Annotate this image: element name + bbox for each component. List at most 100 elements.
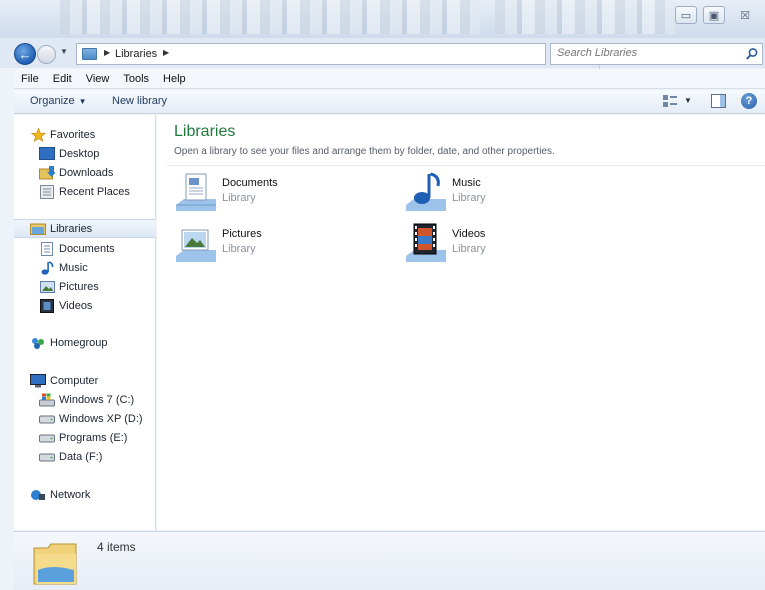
videos-icon [39,298,55,313]
sidebar-item-pictures[interactable]: Pictures [14,277,156,296]
sidebar-item-label: Network [50,488,91,501]
star-icon [30,127,46,142]
sidebar-item-label: Libraries [50,222,93,235]
recent-pages-dropdown[interactable]: ▼ [60,47,68,56]
back-button[interactable]: ← [14,43,36,65]
library-item-videos[interactable]: Videos Library [404,222,604,266]
music-library-icon [406,172,446,211]
sidebar-item-label: Downloads [59,166,114,179]
address-bar[interactable]: ▶ Libraries ▶ ▼ ⇆ [76,43,616,71]
explorer-window: ▭ ▣ ☒ ← ▼ ▶ Libraries ▶ ▼ ⇆ File Edit Vi… [0,0,765,590]
minimize-button[interactable]: ▭ [675,6,697,24]
libraries-folder-icon [33,543,77,585]
libraries-folder-icon [82,48,97,60]
homegroup-icon [30,336,46,350]
sidebar-item-label: Videos [59,299,93,312]
sidebar-item-drive-f[interactable]: Data (F:) [14,447,156,466]
breadcrumb-arrow-icon[interactable]: ▶ [163,48,169,57]
pictures-library-icon [176,229,216,262]
sidebar-item-libraries[interactable]: Libraries [14,219,156,238]
divider [167,165,765,166]
sidebar-item-label: Windows 7 (C:) [59,393,135,406]
library-name: Documents [222,177,278,189]
menu-edit[interactable]: Edit [46,73,79,85]
forward-button[interactable] [37,45,56,64]
documents-library-icon [176,173,216,211]
preview-pane-icon[interactable] [711,94,726,108]
library-type: Library [222,243,256,255]
hard-drive-icon [39,431,55,445]
command-bar: Organize ▼ New library ▼ ? [14,90,765,114]
library-name: Videos [452,228,486,240]
sidebar-item-label: Favorites [50,128,96,141]
sidebar-item-network[interactable]: Network [14,485,156,504]
sidebar-item-label: Desktop [59,147,100,160]
sidebar-item-drive-c[interactable]: Windows 7 (C:) [14,390,156,409]
search-input[interactable] [557,47,737,59]
computer-icon [30,373,46,388]
sidebar-item-documents[interactable]: Documents [14,239,156,258]
sidebar-item-label: Windows XP (D:) [59,412,143,425]
sidebar-item-drive-d[interactable]: Windows XP (D:) [14,409,156,428]
chevron-down-icon: ▼ [78,97,87,106]
view-options-dropdown[interactable]: ▼ [684,96,692,105]
documents-icon [39,241,55,256]
library-type: Library [222,192,256,204]
sidebar-item-computer[interactable]: Computer [14,371,156,390]
close-icon: ☒ [740,9,750,22]
close-button[interactable]: ☒ [731,6,759,24]
sidebar-item-label: Computer [50,374,99,387]
page-title: Libraries [174,123,236,140]
search-icon[interactable] [745,47,759,61]
sidebar-item-label: Data (F:) [59,450,103,463]
sidebar-item-recent-places[interactable]: Recent Places [14,182,156,201]
library-item-pictures[interactable]: Pictures Library [174,222,374,266]
library-name: Pictures [222,228,262,240]
library-item-music[interactable]: Music Library [404,171,604,215]
change-view-icon[interactable] [662,94,678,108]
sidebar-item-label: Recent Places [59,185,130,198]
menu-help[interactable]: Help [156,73,193,85]
title-bar[interactable]: ▭ ▣ ☒ [0,0,765,38]
desktop-icon [39,147,55,161]
videos-library-icon [406,223,446,262]
library-type: Library [452,243,486,255]
sidebar-item-music[interactable]: Music [14,258,156,277]
breadcrumb-libraries[interactable]: Libraries [115,48,157,60]
item-count: 4 items [97,540,136,554]
sidebar-item-label: Documents [59,242,115,255]
menu-file[interactable]: File [14,73,46,85]
hard-drive-icon [39,412,55,426]
organize-label: Organize [30,95,75,107]
search-box[interactable] [550,43,763,65]
music-note-icon [39,260,55,275]
hard-drive-icon [39,450,55,464]
pictures-icon [39,280,55,294]
libraries-icon [30,222,46,236]
back-arrow-icon: ← [18,46,32,62]
sidebar-item-drive-e[interactable]: Programs (E:) [14,428,156,447]
recent-places-icon [39,184,55,199]
organize-button[interactable]: Organize ▼ [30,95,87,107]
sidebar-item-desktop[interactable]: Desktop [14,144,156,163]
minimize-icon: ▭ [680,9,692,22]
help-icon[interactable]: ? [741,93,757,109]
menu-bar: File Edit View Tools Help [14,69,765,89]
sidebar-item-videos[interactable]: Videos [14,296,156,315]
sidebar-item-homegroup[interactable]: Homegroup [14,333,156,352]
menu-view[interactable]: View [79,73,117,85]
windows-drive-icon [39,393,55,407]
sidebar-item-downloads[interactable]: Downloads [14,163,156,182]
content-pane: Libraries Open a library to see your fil… [157,115,765,530]
breadcrumb-arrow-icon[interactable]: ▶ [104,48,110,57]
sidebar-item-favorites[interactable]: Favorites [14,125,156,144]
menu-tools[interactable]: Tools [116,73,156,85]
address-row: ← ▼ ▶ Libraries ▶ ▼ ⇆ [0,38,765,71]
network-icon [30,488,46,502]
maximize-button[interactable]: ▣ [703,6,725,24]
title-bar-background-right [495,0,675,34]
sidebar-item-label: Homegroup [50,336,108,349]
new-library-button[interactable]: New library [112,95,167,107]
library-item-documents[interactable]: Documents Library [174,171,374,215]
title-bar-background [60,0,480,34]
